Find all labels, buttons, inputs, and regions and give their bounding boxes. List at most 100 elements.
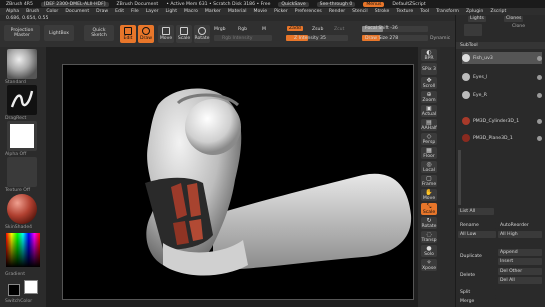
autoreorder-button[interactable]: AutoReorder bbox=[498, 222, 542, 229]
brush-thumbnail[interactable] bbox=[7, 49, 37, 79]
material-sphere[interactable] bbox=[7, 194, 37, 224]
zoom-button[interactable]: ⊕ Zoom bbox=[421, 91, 437, 103]
transp-button[interactable]: ◌ Transp bbox=[421, 231, 437, 243]
scale-button[interactable]: Scale bbox=[176, 25, 192, 43]
quick-sketch-button[interactable]: Quick Sketch bbox=[84, 25, 114, 41]
menu-marker[interactable]: Marker bbox=[205, 9, 221, 14]
subtool-header[interactable]: SubTool bbox=[456, 42, 545, 49]
alpha-thumbnail[interactable] bbox=[7, 121, 37, 151]
menu-zscript[interactable]: Zscript bbox=[490, 9, 506, 14]
texture-thumbnail[interactable] bbox=[7, 157, 37, 187]
eye-icon[interactable] bbox=[537, 135, 542, 141]
see-through-slider[interactable]: See-through 0 bbox=[316, 1, 356, 7]
default-script-button[interactable]: DefaultZScript bbox=[392, 2, 425, 7]
menu-movie[interactable]: Movie bbox=[253, 9, 267, 14]
menu-brush[interactable]: Brush bbox=[26, 9, 39, 14]
subtool-item[interactable]: PM3D_Cylinder3D_1 bbox=[462, 115, 542, 127]
projection-master-label: Projection Master bbox=[10, 28, 34, 38]
append-button[interactable]: Append bbox=[498, 249, 542, 256]
menu-file[interactable]: File bbox=[131, 9, 139, 14]
list-all-button[interactable]: List All bbox=[458, 208, 494, 215]
zadd-toggle[interactable]: Zadd bbox=[287, 26, 303, 31]
rgb-toggle[interactable]: Rgb bbox=[238, 27, 247, 32]
frame-button[interactable]: ▢ Frame bbox=[421, 175, 437, 187]
subtool-item[interactable]: Eye_R bbox=[462, 89, 542, 101]
scale-view-button[interactable]: ⤡ Scale bbox=[421, 203, 437, 215]
menu-material[interactable]: Material bbox=[228, 9, 247, 14]
rotate-button[interactable]: Rotate bbox=[194, 25, 210, 43]
document-canvas[interactable] bbox=[62, 64, 414, 300]
local-button[interactable]: ◎ Local bbox=[421, 161, 437, 173]
subtool-item[interactable]: Eyes_l bbox=[462, 71, 542, 83]
rename-button[interactable]: Rename bbox=[458, 222, 496, 229]
aahalf-button[interactable]: ▤ AAHalf bbox=[421, 119, 437, 131]
eye-icon[interactable] bbox=[537, 55, 542, 61]
secondary-color-swatch[interactable] bbox=[8, 284, 20, 296]
menu-zplugin[interactable]: Zplugin bbox=[466, 9, 483, 14]
menu-tool[interactable]: Tool bbox=[420, 9, 429, 14]
stroke-thumbnail[interactable] bbox=[7, 85, 37, 115]
color-picker[interactable] bbox=[6, 233, 40, 267]
delete-button[interactable]: Delete bbox=[458, 272, 496, 279]
z-intensity-label: Z Intensity 35 bbox=[294, 36, 326, 41]
split-button[interactable]: Split bbox=[458, 289, 496, 296]
subtool-item[interactable]: PM3D_Plane3D_1 bbox=[462, 132, 542, 144]
tool-thumbnail[interactable] bbox=[464, 24, 482, 36]
menu-alpha[interactable]: Alpha bbox=[6, 9, 19, 14]
menu-picker[interactable]: Picker bbox=[274, 9, 288, 14]
menu-color[interactable]: Color bbox=[46, 9, 58, 14]
document-name: ZBrush Document bbox=[116, 1, 159, 7]
scroll-button[interactable]: ✥ Scroll bbox=[421, 77, 437, 89]
projection-master-button[interactable]: Projection Master bbox=[4, 25, 40, 41]
menus-button[interactable]: Menus bbox=[363, 1, 385, 7]
actual-button[interactable]: ▣ Actual bbox=[421, 105, 437, 117]
switch-color-button[interactable]: SwitchColor bbox=[5, 299, 32, 304]
persp-button[interactable]: ◇ Persp bbox=[421, 133, 437, 145]
menu-preferences[interactable]: Preferences bbox=[295, 9, 322, 14]
lightbox-button[interactable]: LightBox bbox=[44, 25, 74, 41]
del-other-button[interactable]: Del Other bbox=[498, 268, 542, 275]
menu-render[interactable]: Render bbox=[329, 9, 345, 14]
dynamic-toggle[interactable]: Dynamic bbox=[430, 36, 450, 41]
menu-light[interactable]: Light bbox=[166, 9, 177, 14]
zcut-toggle[interactable]: Zcut bbox=[334, 27, 344, 32]
quicksave-button[interactable]: QuickSave bbox=[278, 1, 309, 7]
main-color-swatch[interactable] bbox=[24, 280, 38, 294]
subtool-item-active[interactable]: Fish_uv3 bbox=[462, 52, 542, 64]
zsub-toggle[interactable]: Zsub bbox=[312, 27, 323, 32]
floor-button[interactable]: ▦ Floor bbox=[421, 147, 437, 159]
del-all-button[interactable]: Del All bbox=[498, 277, 542, 284]
tab-lights[interactable]: Lights bbox=[468, 16, 486, 22]
insert-button[interactable]: Insert bbox=[498, 258, 542, 265]
menu-layer[interactable]: Layer bbox=[146, 9, 159, 14]
menu-document[interactable]: Document bbox=[65, 9, 89, 14]
draw-button[interactable]: Draw bbox=[138, 25, 154, 43]
tab-clones[interactable]: Clones bbox=[504, 16, 524, 22]
m-toggle[interactable]: M bbox=[262, 27, 266, 32]
eye-icon[interactable] bbox=[537, 92, 542, 98]
mrgb-toggle[interactable]: Mrgb bbox=[214, 27, 226, 32]
xpose-button[interactable]: ✧ Xpose bbox=[421, 259, 437, 271]
rotate-view-button[interactable]: ↻ Rotate bbox=[421, 217, 437, 229]
menu-transform[interactable]: Transform bbox=[436, 9, 459, 14]
spix-button[interactable]: SPix 3 bbox=[421, 63, 437, 75]
menu-stroke[interactable]: Stroke bbox=[375, 9, 390, 14]
edit-button[interactable]: Edit bbox=[120, 25, 136, 43]
menu-texture[interactable]: Texture bbox=[396, 9, 413, 14]
menu-draw[interactable]: Draw bbox=[96, 9, 108, 14]
duplicate-button[interactable]: Duplicate bbox=[458, 253, 496, 260]
subtool-scrollbar[interactable] bbox=[458, 150, 461, 205]
subtool-thumb-icon bbox=[462, 91, 470, 99]
solo-button[interactable]: ● Solo bbox=[421, 245, 437, 257]
menu-stencil[interactable]: Stencil bbox=[352, 9, 368, 14]
menu-macro[interactable]: Macro bbox=[184, 9, 198, 14]
move-view-button[interactable]: ✋ Move bbox=[421, 189, 437, 201]
move-button[interactable]: Move bbox=[158, 25, 174, 43]
eye-icon[interactable] bbox=[537, 74, 542, 80]
merge-button[interactable]: Merge bbox=[458, 298, 496, 305]
eye-icon[interactable] bbox=[537, 118, 542, 124]
all-low-button[interactable]: All Low bbox=[458, 231, 496, 238]
menu-edit[interactable]: Edit bbox=[115, 9, 124, 14]
all-high-button[interactable]: All High bbox=[498, 231, 542, 238]
bpr-button[interactable]: ◐ BPR bbox=[421, 49, 437, 61]
